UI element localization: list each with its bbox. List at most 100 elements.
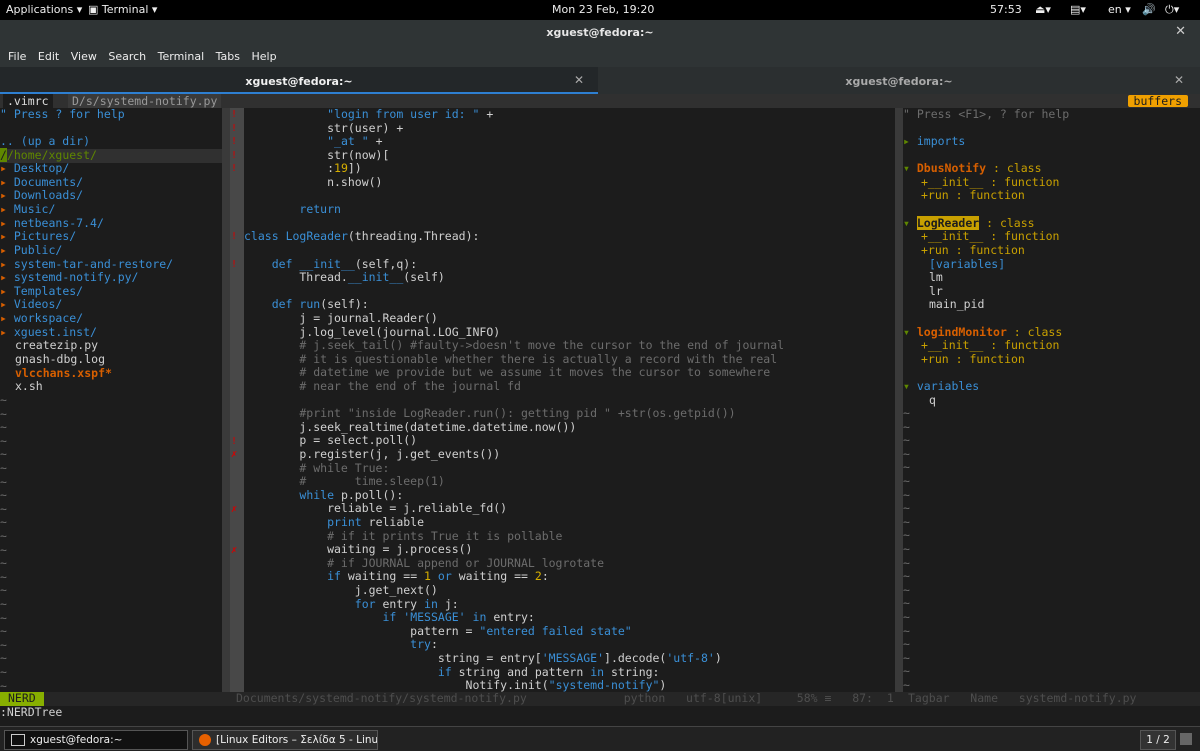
menu-search[interactable]: Search [108, 50, 146, 63]
vim-cmdline[interactable]: :NERDTree [0, 705, 1200, 720]
code-line[interactable]: str(now)[ [244, 148, 389, 163]
tilde-line: ~ [903, 650, 910, 665]
tagbar-member[interactable]: +run : function [921, 188, 1025, 203]
notification-icon[interactable] [1180, 733, 1192, 745]
code-line[interactable]: # datetime we provide but we assume it m… [244, 366, 770, 380]
tab-active[interactable]: xguest@fedora:~ ✕ [0, 67, 598, 94]
nerdtree-dir[interactable]: ▸ Public/ [0, 243, 62, 258]
tab-inactive[interactable]: xguest@fedora:~ ✕ [600, 67, 1198, 94]
tagbar-member[interactable]: +run : function [921, 243, 1025, 258]
menu-help[interactable]: Help [252, 50, 277, 63]
volume-icon[interactable]: 🔊 [1142, 3, 1156, 16]
tagbar-variable[interactable]: lm [929, 270, 943, 285]
menu-tabs[interactable]: Tabs [216, 50, 240, 63]
task-terminal[interactable]: xguest@fedora:~ [4, 730, 188, 750]
tagbar-member[interactable]: +__init__ : function [921, 338, 1059, 353]
code-line[interactable]: reliable = j.reliable_fd() [244, 502, 507, 516]
code-line[interactable]: # if it prints True it is pollable [244, 529, 562, 544]
tagbar-member[interactable]: +__init__ : function [921, 229, 1059, 244]
menu-view[interactable]: View [71, 50, 97, 63]
tagbar-variables[interactable]: ▾ variables [903, 379, 979, 394]
tilde-line: ~ [903, 610, 910, 624]
code-line[interactable]: waiting = j.process() [244, 543, 472, 557]
nerdtree-updir[interactable]: .. (up a dir) [0, 134, 90, 149]
power-icon[interactable]: ⏻▾ [1165, 3, 1179, 17]
tagbar-member[interactable]: +run : function [921, 352, 1025, 367]
code-line[interactable]: string = entry['MESSAGE'].decode('utf-8'… [244, 651, 722, 666]
eject-icon[interactable]: ⏏▾ [1035, 3, 1051, 16]
tagbar-class[interactable]: ▾ DbusNotify : class [903, 161, 1042, 176]
code-line[interactable]: # while True: [244, 461, 389, 476]
code-line[interactable]: for entry in j: [244, 597, 459, 612]
code-line[interactable]: # near the end of the journal fd [244, 379, 521, 394]
code-line[interactable]: j = journal.Reader() [244, 311, 438, 326]
code-line[interactable]: # if JOURNAL append or JOURNAL logrotate [244, 556, 604, 571]
code-line[interactable]: if waiting == 1 or waiting == 2: [244, 570, 549, 584]
workspace-switcher[interactable]: 1 / 2 [1140, 730, 1176, 750]
tagbar-status: Tagbar Name systemd-notify.py [908, 691, 1137, 705]
code-line[interactable]: if 'MESSAGE' in entry: [244, 610, 534, 625]
menu-terminal[interactable]: Terminal [158, 50, 205, 63]
nerdtree-dir[interactable]: ▸ systemd-notify.py/ [0, 270, 138, 285]
tilde-line: ~ [903, 433, 910, 448]
menu-edit[interactable]: Edit [38, 50, 59, 63]
code-line[interactable]: return [244, 202, 341, 217]
nerdtree-help: " Press ? for help [0, 107, 125, 121]
language-menu[interactable]: en ▾ [1108, 3, 1131, 16]
buffers-label[interactable]: buffers [1127, 95, 1188, 107]
nerdtree-file[interactable]: createzip.py [15, 338, 98, 353]
split-separator [222, 108, 230, 693]
code-line[interactable]: print reliable [244, 515, 424, 530]
nerdtree-dir[interactable]: ▸ workspace/ [0, 311, 83, 326]
code-line[interactable]: def __init__(self,q): [244, 257, 417, 272]
code-line[interactable]: def run(self): [244, 298, 369, 312]
code-line[interactable]: j.get_next() [244, 583, 438, 598]
code-line[interactable]: class LogReader(threading.Thread): [244, 230, 479, 244]
menu-file[interactable]: File [8, 50, 26, 63]
terminal-icon [11, 734, 25, 746]
code-line[interactable]: if string and pattern in string: [244, 665, 660, 680]
nerdtree-file[interactable]: gnash-dbg.log [15, 352, 105, 367]
code-line[interactable]: # time.sleep(1) [244, 474, 444, 489]
code-line[interactable]: #print "inside LogReader.run(): getting … [244, 406, 735, 421]
vim-tab-systemd-notify[interactable]: D/s/systemd-notify.py [68, 94, 222, 108]
code-line[interactable]: pattern = "entered failed state" [244, 624, 632, 639]
tagbar-imports[interactable]: ▸ imports [903, 134, 965, 149]
code-line[interactable]: "login from user id: " + [244, 107, 493, 122]
code-line[interactable]: str(user) + [244, 121, 403, 136]
battery-time[interactable]: 57:53 [990, 3, 1022, 16]
code-line[interactable]: :19]) [244, 162, 362, 176]
nerdtree-dir[interactable]: ▸ Music/ [0, 202, 55, 217]
code-line[interactable]: n.show() [244, 175, 382, 190]
nerdtree-dir[interactable]: ▸ Downloads/ [0, 188, 83, 203]
code-line[interactable]: Thread.__init__(self) [244, 270, 444, 285]
close-tab-icon[interactable]: ✕ [574, 73, 584, 87]
close-icon[interactable]: ✕ [1175, 24, 1186, 39]
vim-tab-vimrc[interactable]: .vimrc [3, 94, 53, 108]
code-line[interactable]: # j.seek_tail() #faulty->doesn't move th… [244, 338, 784, 353]
clipboard-icon[interactable]: ▤▾ [1070, 3, 1086, 16]
tilde-line: ~ [0, 529, 7, 543]
code-line[interactable]: try: [244, 638, 438, 652]
code-line[interactable]: "_at " + [244, 134, 382, 149]
tagbar-variable[interactable]: q [929, 393, 936, 408]
nerdtree-file[interactable]: x.sh [15, 379, 43, 394]
tagbar-variable[interactable]: main_pid [929, 297, 984, 312]
terminal-area[interactable]: .vimrc D/s/systemd-notify.py buffers " P… [0, 94, 1200, 721]
code-line[interactable]: while p.poll(): [244, 488, 403, 503]
close-tab-icon[interactable]: ✕ [1174, 73, 1184, 87]
clock[interactable]: Mon 23 Feb, 19:20 [552, 3, 654, 16]
applications-menu[interactable]: Applications ▾ [6, 3, 82, 16]
menu-bar: File Edit View Search Terminal Tabs Help [0, 45, 1200, 67]
tilde-line: ~ [903, 623, 910, 638]
code-line[interactable]: p.register(j, j.get_events()) [244, 447, 500, 462]
terminal-app-menu[interactable]: ▣ Terminal ▾ [88, 3, 157, 16]
code-line[interactable]: p = select.poll() [244, 434, 417, 448]
nerdtree-dir[interactable]: ▸ Videos/ [0, 297, 62, 312]
task-firefox[interactable]: [Linux Editors – Σελίδα 5 - Linux... [192, 730, 378, 750]
code-line[interactable]: j.seek_realtime(datetime.datetime.now()) [244, 420, 576, 435]
nerdtree-dir[interactable]: ▸ Pictures/ [0, 229, 76, 244]
nerdtree-dir[interactable]: ▸ Desktop/ [0, 161, 69, 176]
code-line[interactable]: j.log_level(journal.LOG_INFO) [244, 325, 500, 340]
code-line[interactable]: # it is questionable whether there is ac… [244, 352, 777, 367]
